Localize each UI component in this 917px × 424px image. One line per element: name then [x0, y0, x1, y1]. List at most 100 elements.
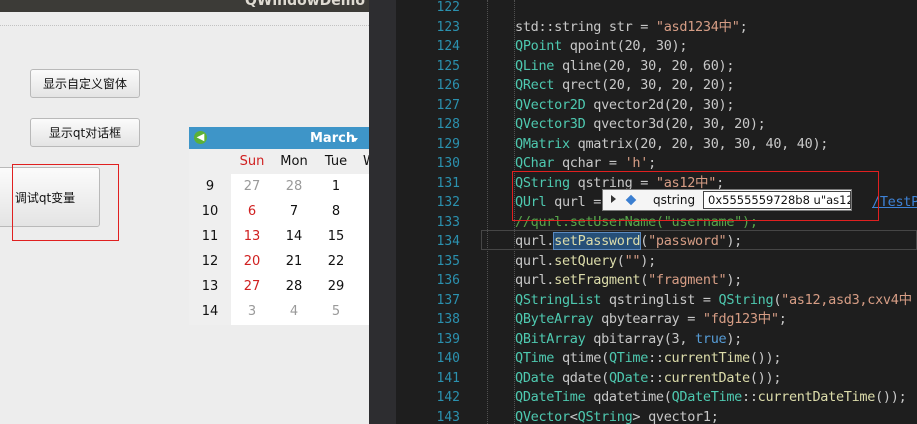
line-number: 139	[436, 331, 460, 347]
url-link[interactable]: /TestPa	[872, 193, 917, 213]
calendar-day[interactable]: 9	[357, 199, 369, 224]
variable-icon	[625, 194, 637, 206]
code-line-130[interactable]: QChar qchar = 'h';	[515, 154, 656, 174]
code-token: QDateTime	[671, 389, 743, 405]
calendar-month-selector[interactable]: March	[310, 131, 355, 146]
code-token: qbytearray =	[593, 311, 703, 327]
debug-qt-variables-button[interactable]: 调试qt变量	[0, 167, 100, 227]
expand-arrow-icon[interactable]	[611, 195, 616, 203]
code-line-135[interactable]: qurl.setQuery("");	[515, 252, 656, 272]
calendar-day[interactable]: 13	[231, 224, 273, 249]
qt-demo-window: QWindowDemo 显示自定义窗体 显示qt对话框 调试qt变量 ◀ Mar…	[0, 0, 369, 424]
line-number: 142	[436, 390, 460, 405]
calendar-day[interactable]: 20	[231, 249, 273, 274]
month-dropdown-icon[interactable]	[352, 138, 358, 142]
code-line-124[interactable]: QPoint qpoint(20, 30);	[515, 37, 688, 57]
code-token: ""	[624, 252, 641, 269]
code-token: qmatrix(20, 20, 30, 30, 40, 40);	[569, 135, 829, 152]
calendar-day[interactable]: 3	[231, 299, 273, 324]
code-token: QVector3D	[515, 116, 586, 132]
code-line-133[interactable]: //qurl.setUserName("username");	[515, 213, 758, 233]
code-token: setQuery	[554, 252, 617, 269]
calendar-day[interactable]: 23	[357, 249, 369, 274]
calendar-day[interactable]: 4	[273, 299, 315, 324]
code-token: QBitArray	[515, 330, 586, 347]
previous-month-icon[interactable]: ◀	[194, 131, 207, 144]
code-line-140[interactable]: QTime qtime(QTime::currentTime());	[515, 349, 781, 369]
code-token: qurl.	[515, 233, 555, 249]
line-number: 138	[436, 312, 460, 327]
week-number: 13	[201, 279, 219, 294]
code-token: QMatrix	[515, 135, 570, 152]
calendar-day[interactable]: 5	[315, 299, 357, 324]
code-token: );	[726, 330, 743, 347]
code-line-132[interactable]: QUrl qurl =	[515, 193, 609, 213]
code-token: QTime	[515, 350, 555, 366]
code-line-141[interactable]: QDate qdate(QDate::currentDate());	[515, 369, 781, 389]
code-token: QDate	[515, 369, 555, 386]
calendar-day[interactable]: 28	[273, 274, 315, 299]
code-token: ::	[648, 369, 664, 386]
code-editor[interactable]: 122 123 124 125 126 127 128 129 130 131 …	[369, 0, 917, 424]
calendar-widget[interactable]: ◀ March Sun Mon Tue W 9 27 28 1 2 10 6 7…	[189, 127, 369, 325]
code-line-134[interactable]: qurl.setPassword("password");	[515, 232, 742, 252]
code-line-127[interactable]: QVector2D qvector2d(20, 30);	[515, 96, 734, 116]
week-number: 12	[201, 254, 219, 269]
code-token: ());	[749, 350, 782, 366]
calendar-day[interactable]: 21	[273, 249, 315, 274]
code-line-136[interactable]: qurl.setFragment("fragment");	[515, 271, 742, 291]
code-token: ;	[778, 311, 787, 327]
code-token: "fdg123中"	[702, 311, 779, 327]
calendar-day[interactable]: 27	[231, 274, 273, 299]
calendar-day[interactable]: 6	[231, 199, 273, 224]
line-number: 131	[436, 175, 460, 191]
calendar-day[interactable]: 8	[315, 199, 357, 224]
code-token: true	[695, 330, 727, 347]
code-token: setFragment	[554, 272, 641, 288]
show-custom-window-button[interactable]: 显示自定义窗体	[30, 69, 140, 98]
calendar-day[interactable]: 14	[273, 224, 315, 249]
code-token: );	[640, 252, 656, 269]
calendar-day[interactable]: 15	[315, 224, 357, 249]
code-token: );	[726, 272, 743, 288]
tooltip-variable-name: qstring	[653, 193, 696, 207]
code-line-129[interactable]: QMatrix qmatrix(20, 20, 30, 30, 40, 40);	[515, 135, 828, 155]
code-token: qstringlist =	[601, 291, 719, 308]
show-qt-dialog-button[interactable]: 显示qt对话框	[30, 118, 140, 147]
code-token: QPoint	[515, 38, 562, 54]
code-token: 'h'	[624, 155, 649, 171]
tooltip-variable-value[interactable]: 0x5555559728b8 u"as12中"	[703, 191, 851, 209]
code-line-142[interactable]: QDateTime qdatetime(QDateTime::currentDa…	[515, 388, 907, 408]
line-number: 137	[436, 292, 460, 308]
code-line-139[interactable]: QBitArray qbitarray(3, true);	[515, 330, 742, 350]
code-token: qrect(20, 30, 20, 20);	[554, 77, 735, 93]
code-token: ());	[749, 369, 782, 386]
calendar-day[interactable]: 22	[315, 249, 357, 274]
calendar-day[interactable]: 28	[273, 174, 315, 199]
code-line-126[interactable]: QRect qrect(20, 30, 20, 20);	[515, 76, 734, 96]
code-token: QRect	[515, 77, 555, 93]
code-token: <	[569, 408, 578, 424]
code-line-123[interactable]: std::string str = "asd1234中";	[515, 18, 748, 38]
calendar-day[interactable]: 16	[357, 224, 369, 249]
calendar-day[interactable]: 2	[357, 174, 369, 199]
selected-token[interactable]: setPassword	[553, 232, 642, 250]
code-token: qline(20, 30, 20, 60);	[554, 57, 735, 74]
calendar-day[interactable]: 29	[315, 274, 357, 299]
calendar-day[interactable]: 1	[315, 174, 357, 199]
code-line-138[interactable]: QByteArray qbytearray = "fdg123中";	[515, 310, 787, 330]
code-line-125[interactable]: QLine qline(20, 30, 20, 60);	[515, 57, 734, 77]
calendar-day[interactable]: 6	[357, 299, 369, 324]
dotted-divider	[0, 25, 369, 26]
debug-variable-tooltip[interactable]: qstring 0x5555559728b8 u"as12中"	[602, 189, 852, 211]
calendar-day[interactable]: 30	[357, 274, 369, 299]
code-token: ());	[875, 389, 907, 405]
calendar-day[interactable]: 27	[231, 174, 273, 199]
calendar-day[interactable]: 7	[273, 199, 315, 224]
window-titlebar[interactable]: QWindowDemo	[0, 0, 369, 12]
code-line-143[interactable]: QVector<QString> qvector1;	[515, 408, 719, 424]
code-token: QDateTime	[515, 389, 586, 405]
code-line-137[interactable]: QStringList qstringlist = QString("as12,…	[515, 291, 912, 311]
code-token: QLine	[515, 57, 555, 74]
code-line-128[interactable]: QVector3D qvector3d(20, 30, 20);	[515, 115, 766, 135]
